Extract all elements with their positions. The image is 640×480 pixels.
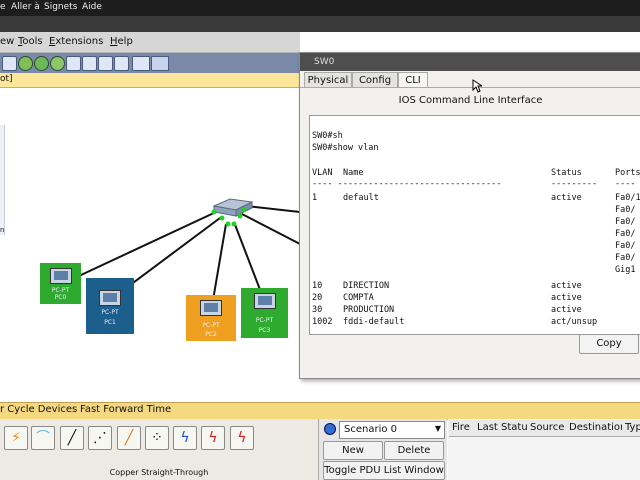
vlan-status: active: [551, 281, 582, 291]
scenario-select-value: Scenario 0: [344, 424, 398, 435]
new-scenario-button[interactable]: New: [323, 441, 383, 460]
chevron-down-icon: ▼: [434, 424, 441, 433]
console-cable-icon[interactable]: ⌒: [31, 426, 55, 450]
selected-cable-label: Copper Straight-Through: [109, 468, 209, 477]
pc2-device[interactable]: PC-PT PC2: [186, 295, 236, 341]
vlan-port: Fa0/: [615, 241, 636, 251]
sw0-title-bar[interactable]: SW0: [300, 53, 640, 71]
vlan-port: Gig1: [615, 265, 636, 275]
vlan-status: active: [551, 305, 582, 315]
vlan-port: Fa0/: [615, 205, 636, 215]
cli-heading: IOS Command Line Interface: [398, 95, 543, 106]
coaxial-cable-icon[interactable]: ϟ: [173, 426, 197, 450]
mouse-cursor-icon: [472, 79, 482, 93]
realtime-bar: r Cycle Devices Fast Forward Time: [0, 402, 640, 420]
pc3-device[interactable]: PC-PT PC3: [241, 288, 288, 338]
vlan-status: act/unsup: [551, 317, 598, 327]
copper-straight-through-icon[interactable]: ╱: [60, 426, 84, 450]
link-pc2: [211, 223, 227, 307]
pc2-model-label: PC-PT: [202, 322, 220, 329]
terminal-line: SW0#sh: [312, 131, 343, 141]
cli-terminal[interactable]: SW0#sh SW0#show vlan VLAN Name Status Po…: [309, 115, 640, 335]
separator-left: ---- --------------------------------: [312, 179, 502, 189]
pc1-monitor-icon: [99, 290, 121, 306]
fiber-cable-icon[interactable]: ╱: [117, 426, 141, 450]
toggle-pdu-list-button[interactable]: Toggle PDU List Window: [323, 461, 445, 480]
separator-right: ----: [615, 179, 636, 189]
vlan-name: fddi-default: [343, 317, 405, 327]
link-offscreen-2: [241, 213, 300, 245]
serial-dte-icon[interactable]: ϟ: [230, 426, 254, 450]
terminal-line: SW0#show vlan: [312, 143, 379, 153]
vlan-port: Fa0/: [615, 253, 636, 263]
pc1-name-label: PC1: [104, 319, 116, 326]
vlan-port: Fa0/: [615, 229, 636, 239]
pdu-col-source[interactable]: Source: [527, 420, 569, 437]
copy-button[interactable]: Copy: [579, 334, 639, 354]
pc3-name-label: PC3: [258, 327, 271, 334]
pc1-device[interactable]: PC-PT PC1: [86, 278, 134, 334]
vlan-name: PRODUCTION: [343, 305, 395, 315]
sw0-config-window[interactable]: SW0 Physical Config CLI IOS Command Line…: [299, 52, 640, 379]
fast-forward-time-button[interactable]: Fast Forward Time: [80, 404, 171, 415]
tab-config[interactable]: Config: [352, 72, 398, 88]
pc0-name-label: PC0: [54, 294, 67, 301]
pc2-monitor-icon: [200, 300, 222, 316]
tab-cli[interactable]: CLI: [398, 72, 428, 88]
switch-sw0-icon[interactable]: [212, 198, 254, 217]
separator-mid: ---------: [551, 179, 598, 189]
pc0-model-label: PC-PT: [51, 287, 70, 294]
topology-links: [65, 198, 300, 307]
pc3-monitor-icon: [253, 293, 276, 309]
power-cycle-devices-button[interactable]: r Cycle Devices: [0, 404, 77, 415]
link-pc0: [65, 211, 217, 283]
pc0-monitor-icon: [49, 268, 72, 284]
vlan-id: 1002: [312, 317, 333, 327]
info-icon[interactable]: [324, 423, 336, 435]
pdu-col-fire[interactable]: Fire: [449, 420, 477, 437]
pdu-col-destination[interactable]: Destination: [566, 420, 625, 437]
pc3-model-label: PC-PT: [255, 317, 274, 324]
serial-dce-icon[interactable]: ϟ: [201, 426, 225, 450]
vlan-id: 20: [312, 293, 323, 303]
vlan-name: DIRECTION: [343, 281, 390, 291]
pc0-device[interactable]: PC-PT PC0: [40, 263, 81, 304]
vlan-port: Fa0/1: [615, 193, 640, 203]
tab-physical[interactable]: Physical: [304, 72, 352, 88]
pdu-col-last-status[interactable]: Last Status: [474, 420, 530, 437]
copper-cross-over-icon[interactable]: ⋰: [88, 426, 112, 450]
scenario-select[interactable]: Scenario 0 ▼: [339, 421, 445, 439]
vlan-id: 1: [312, 193, 318, 203]
sw0-window-title: SW0: [314, 57, 335, 67]
auto-connection-icon[interactable]: ⚡: [4, 426, 28, 450]
vlan-name: COMPTA: [343, 293, 374, 303]
pc2-name-label: PC2: [205, 331, 217, 338]
phone-cable-icon[interactable]: ⁘: [145, 426, 169, 450]
pc1-model-label: PC-PT: [101, 309, 119, 316]
vlan-status: active: [551, 193, 582, 203]
vlan-name: default: [343, 193, 379, 203]
vlan-port: Fa0/: [615, 217, 636, 227]
vlan-id: 10: [312, 281, 323, 291]
pdu-col-type[interactable]: Typ: [622, 420, 640, 437]
tab-divider: [300, 87, 640, 88]
vlan-status: active: [551, 293, 582, 303]
delete-scenario-button[interactable]: Delete: [384, 441, 444, 460]
link-offscreen-1: [245, 205, 300, 213]
vlan-id: 30: [312, 305, 323, 315]
